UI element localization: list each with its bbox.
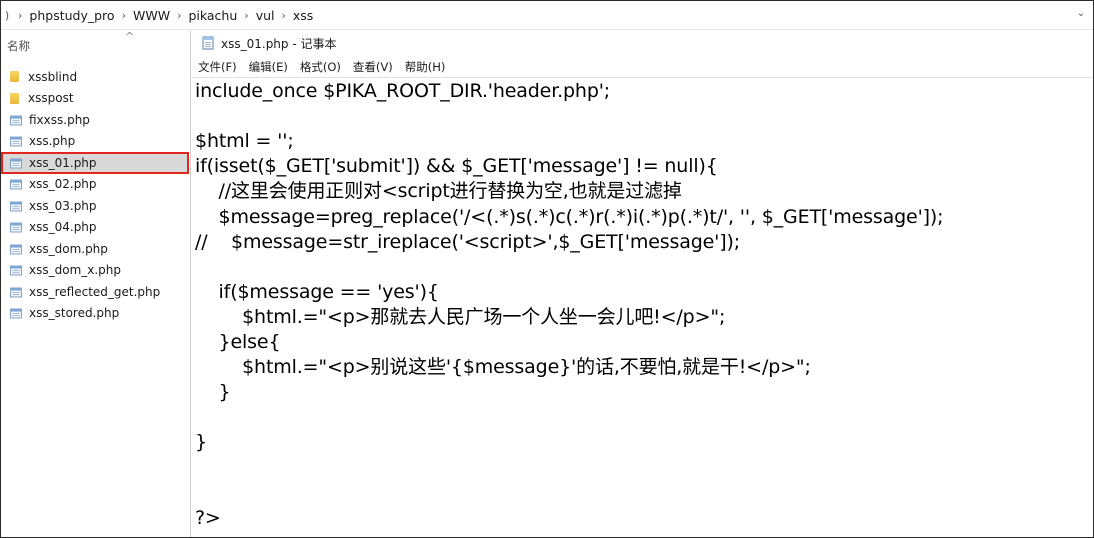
breadcrumb-separator-icon[interactable]: › [122, 9, 126, 22]
file-name: xss.php [29, 134, 76, 149]
breadcrumb-separator-icon[interactable]: › [18, 9, 22, 22]
breadcrumb-item[interactable]: pikachu [188, 8, 237, 23]
menu-item[interactable]: 帮助(H) [405, 59, 446, 75]
file-list-item[interactable]: xss_03.php [1, 195, 189, 217]
file-list-pane: 名称 ^ xssblind xsspost fixxss.php xss.php xss… [1, 30, 189, 537]
file-name: xss_dom.php [29, 241, 108, 256]
breadcrumb-lead: ) [4, 8, 10, 22]
breadcrumb-item[interactable]: phpstudy_pro [29, 8, 114, 23]
code-line: // $message=str_ireplace('<script>',$_GE… [195, 230, 741, 253]
notepad-menubar: 文件(F) 编辑(E) 格式(O) 查看(V) 帮助(H) [191, 57, 1093, 77]
file-name: xsspost [28, 91, 74, 106]
file-list-item[interactable]: xss_stored.php [1, 303, 189, 325]
file-list-item[interactable]: xss_04.php [1, 217, 189, 239]
folder-icon [10, 92, 19, 104]
file-name: xss_reflected_get.php [29, 284, 161, 299]
file-name: xss_04.php [29, 220, 97, 235]
code-line: //这里会使用正则对<script进行替换为空,也就是过滤掉 [195, 180, 682, 203]
breadcrumb-separator-icon[interactable]: › [281, 9, 285, 22]
folder-icon [10, 71, 19, 83]
menu-item[interactable]: 格式(O) [300, 59, 341, 75]
breadcrumb-item[interactable]: vul [256, 8, 275, 23]
file-list-item[interactable]: xsspost [1, 88, 189, 110]
php-file-icon [10, 200, 23, 212]
code-line: } [195, 381, 231, 404]
notepad-window: xss_01.php - 记事本 文件(F) 编辑(E) 格式(O) 查看(V) 帮助(… [190, 30, 1093, 537]
file-list-item[interactable]: xss_dom.php [1, 238, 189, 260]
php-file-icon [10, 264, 23, 276]
file-list-item[interactable]: xss_reflected_get.php [1, 281, 189, 303]
address-bar[interactable]: ) › phpstudy_pro › WWW › pikachu › vul › xss ⌄ [1, 1, 1093, 30]
file-list-item[interactable]: xss_dom_x.php [1, 260, 189, 282]
php-file-icon [10, 221, 23, 233]
code-line: $html = ''; [195, 130, 294, 153]
php-file-icon [10, 307, 23, 319]
code-line: ?> [195, 506, 221, 529]
menu-item[interactable]: 编辑(E) [249, 59, 288, 75]
file-list-item[interactable]: xssblind [1, 66, 189, 88]
breadcrumb-separator-icon[interactable]: › [244, 9, 248, 22]
file-list-item[interactable]: xss_02.php [1, 174, 189, 196]
notepad-icon [201, 36, 215, 50]
php-file-icon [10, 157, 23, 169]
code-line: $message=preg_replace('/<(.*)s(.*)c(.*)r… [195, 205, 944, 228]
file-name: xss_dom_x.php [29, 263, 122, 278]
column-header-name[interactable]: 名称 [7, 38, 30, 54]
file-list: xssblind xsspost fixxss.php xss.php xss_01.p… [1, 66, 189, 324]
file-name: xss_01.php [29, 155, 97, 170]
code-line: }else{ [195, 331, 281, 353]
code-line: if($message == 'yes'){ [195, 280, 439, 303]
code-line: include_once $PIKA_ROOT_DIR.'header.php'… [195, 80, 611, 102]
notepad-editor[interactable]: include_once $PIKA_ROOT_DIR.'header.php'… [191, 77, 1093, 537]
notepad-title: xss_01.php - 记事本 [221, 36, 337, 51]
php-file-icon [10, 286, 23, 298]
file-name: xss_stored.php [29, 306, 120, 321]
sort-ascending-icon: ^ [125, 30, 135, 43]
file-list-item[interactable]: fixxss.php [1, 109, 189, 131]
code-line: if(isset($_GET['submit']) && $_GET['mess… [195, 155, 718, 178]
file-list-item[interactable]: xss_01.php [1, 152, 189, 174]
code-line: $html.="<p>别说这些'{$message}'的话,不要怕,就是干!</… [195, 356, 811, 379]
php-file-icon [10, 243, 23, 255]
php-file-icon [10, 114, 23, 126]
menu-item[interactable]: 查看(V) [353, 59, 393, 75]
file-name: fixxss.php [29, 112, 90, 127]
file-name: xssblind [28, 69, 78, 84]
file-list-item[interactable]: xss.php [1, 131, 189, 153]
breadcrumb-item[interactable]: WWW [133, 8, 170, 23]
file-name: xss_03.php [29, 198, 97, 213]
notepad-titlebar: xss_01.php - 记事本 [191, 30, 1093, 56]
code-line: $html.="<p>那就去人民广场一个人坐一会儿吧!</p>"; [195, 305, 726, 328]
breadcrumb-item[interactable]: xss [293, 8, 313, 23]
breadcrumb-separator-icon[interactable]: › [177, 9, 181, 22]
menu-item[interactable]: 文件(F) [198, 59, 237, 75]
code-line: } [195, 431, 207, 454]
address-dropdown-icon[interactable]: ⌄ [1075, 8, 1087, 20]
php-file-icon [10, 178, 23, 190]
php-file-icon [10, 135, 23, 147]
screenshot-frame: ) › phpstudy_pro › WWW › pikachu › vul › xss ⌄ 名称 … [0, 0, 1094, 538]
file-name: xss_02.php [29, 177, 97, 192]
